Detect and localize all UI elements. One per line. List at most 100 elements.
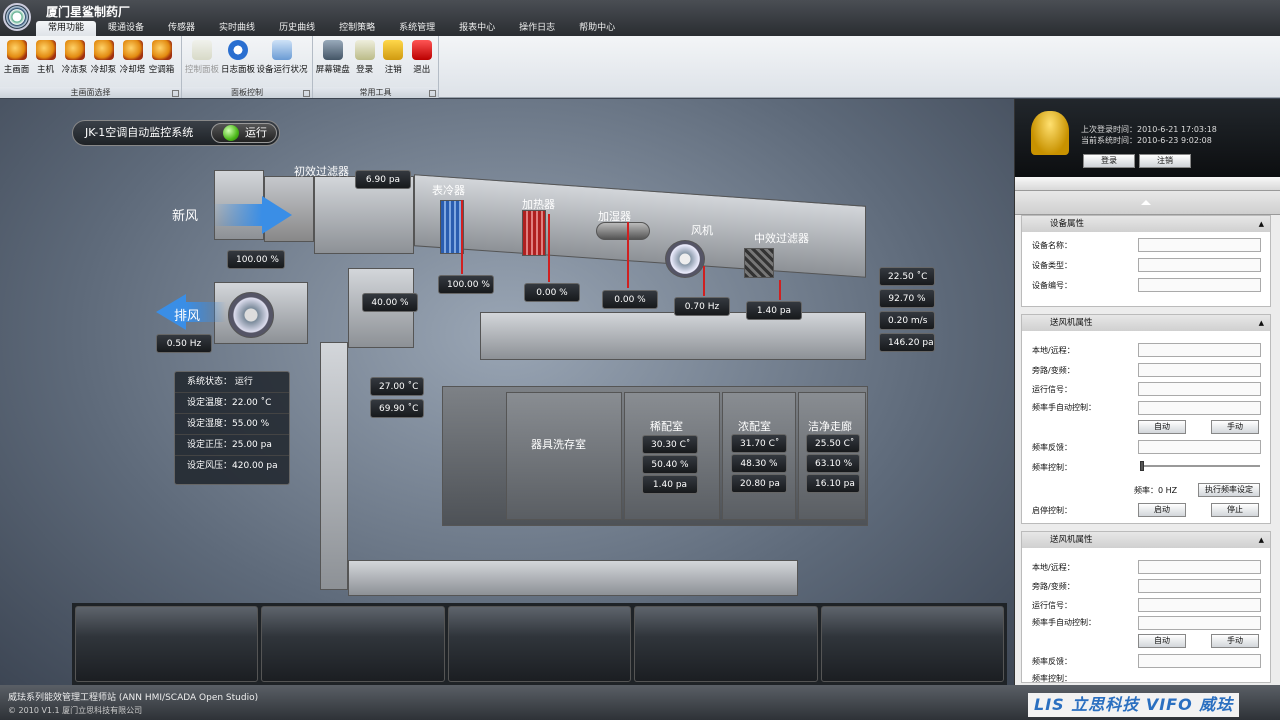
auto-button[interactable]: 自动: [1138, 634, 1186, 648]
manual-button[interactable]: 手动: [1211, 634, 1259, 648]
room-wash: [506, 392, 622, 520]
run-signal-field[interactable]: [1138, 382, 1261, 396]
exit-button[interactable]: 退出: [407, 38, 436, 75]
bypass-field[interactable]: [1138, 579, 1261, 593]
menu-tab[interactable]: 系统管理: [387, 21, 447, 36]
menu-tab[interactable]: 实时曲线: [207, 21, 267, 36]
ahu-button[interactable]: 空调箱: [147, 38, 176, 75]
mid-filter-pipe: [779, 280, 781, 300]
login-header: 上次登录时间：2010-6-21 17:03:18 当前系统时间：2010-6-…: [1015, 99, 1280, 177]
freq-feedback-field[interactable]: [1138, 654, 1261, 668]
prop-label: 运行信号：: [1032, 601, 1072, 610]
humid-valve-value: 0.00 %: [602, 290, 658, 309]
panel-scroll-up[interactable]: [1015, 191, 1280, 215]
wrench-icon: [35, 40, 56, 60]
run-toggle[interactable]: [211, 123, 277, 143]
keyboard-icon: [322, 40, 343, 60]
tile-slot[interactable]: [634, 606, 818, 682]
device-type-field[interactable]: [1138, 258, 1261, 272]
local-remote-field[interactable]: [1138, 343, 1261, 357]
fresh-damper-value: 100.00 %: [227, 250, 285, 269]
device-status-button[interactable]: 设备运行状况: [256, 38, 308, 75]
auto-button[interactable]: 自动: [1138, 420, 1186, 434]
logout-button[interactable]: 注销: [379, 38, 408, 75]
menu-tabs: 常用功能 暖通设备 传感器 实时曲线 历史曲线 控制策略 系统管理 报表中心 操…: [36, 21, 627, 36]
main-screen-button[interactable]: 主画面: [2, 38, 31, 75]
prop-label: 频率手自动控制：: [1032, 403, 1096, 412]
host-button[interactable]: 主机: [31, 38, 60, 75]
prop-label: 启停控制：: [1032, 506, 1072, 515]
cooling-pump-button[interactable]: 冷却泵: [89, 38, 118, 75]
mix-damper-value: 40.00 %: [362, 293, 418, 312]
info-icon: [228, 40, 248, 60]
panel-logout-button[interactable]: 注销: [1139, 154, 1191, 168]
ribbon-group-tools: 屏幕键盘 登录 注销 退出 常用工具: [313, 36, 439, 98]
panel-toolbar: [1015, 177, 1280, 191]
apply-freq-button[interactable]: 执行频率设定: [1198, 483, 1260, 497]
supply-fan-icon: [665, 240, 705, 278]
bypass-field[interactable]: [1138, 363, 1261, 377]
menu-tab[interactable]: 报表中心: [447, 21, 507, 36]
cooler-valve-value: 100.00 %: [438, 275, 494, 294]
screen-keyboard-button[interactable]: 屏幕键盘: [315, 38, 350, 75]
tile-slot[interactable]: [261, 606, 445, 682]
setpoint-panel: 系统状态： 运行 设定温度：22.00 ˚C 设定湿度：55.00 % 设定正压…: [174, 371, 290, 485]
prop-label: 设备名称：: [1032, 241, 1072, 250]
tile-slot[interactable]: [75, 606, 259, 682]
tools-icon: [192, 40, 212, 60]
heater-coil-icon: [522, 210, 546, 256]
ribbon-group-label: 主画面选择: [0, 87, 181, 98]
menu-tab[interactable]: 操作日志: [507, 21, 567, 36]
humid-pipe: [627, 222, 629, 288]
menu-tab[interactable]: 常用功能: [36, 21, 97, 36]
fan-pipe: [703, 266, 705, 296]
fresh-air-arrow-icon: [212, 204, 262, 226]
key-icon: [354, 40, 375, 60]
manual-button[interactable]: 手动: [1211, 420, 1259, 434]
section-header[interactable]: 设备属性: [1022, 216, 1270, 232]
local-remote-field[interactable]: [1138, 560, 1261, 574]
freq-feedback-field[interactable]: [1138, 440, 1261, 454]
supply-manifold: [480, 312, 866, 360]
freq-readout: 频率：0 HZ: [1134, 486, 1178, 495]
pre-filter-label: 初效过滤器: [294, 165, 349, 178]
menu-tab[interactable]: 控制策略: [327, 21, 387, 36]
tile-slot[interactable]: [820, 606, 1005, 682]
set-hum-row: 设定湿度：55.00 %: [175, 414, 289, 435]
humidifier-icon: [596, 222, 650, 240]
section-header[interactable]: 送风机属性: [1022, 532, 1270, 548]
freq-auto-field[interactable]: [1138, 401, 1261, 415]
login-button[interactable]: 登录: [350, 38, 379, 75]
device-id-field[interactable]: [1138, 278, 1261, 292]
mid-filter-icon: [744, 248, 774, 278]
room-name: 器具洗存室: [531, 438, 586, 451]
menu-tab[interactable]: 传感器: [156, 21, 207, 36]
bottom-tile-bar: [72, 603, 1007, 685]
room-press-value: 1.40 pa: [642, 475, 698, 494]
panel-login-button[interactable]: 登录: [1083, 154, 1135, 168]
freq-slider[interactable]: [1140, 461, 1260, 471]
menu-tab[interactable]: 暖通设备: [96, 21, 156, 36]
exhaust-fan-icon: [228, 292, 274, 338]
room-name: 洁净走廊: [808, 420, 852, 433]
slider-thumb[interactable]: [1140, 461, 1144, 471]
brand-logo: LIS 立思科技 VIFO 威珐: [1028, 693, 1240, 717]
start-button[interactable]: 启动: [1138, 503, 1186, 517]
prop-label: 本地/远程：: [1032, 563, 1075, 572]
menu-tab[interactable]: 历史曲线: [267, 21, 327, 36]
chilled-pump-button[interactable]: 冷冻泵: [60, 38, 89, 75]
control-panel-button[interactable]: 控制面板: [184, 38, 220, 75]
freq-auto-field[interactable]: [1138, 616, 1261, 630]
device-name-field[interactable]: [1138, 238, 1261, 252]
wrench-icon: [6, 40, 27, 60]
stop-button[interactable]: 停止: [1211, 503, 1259, 517]
section-header[interactable]: 送风机属性: [1022, 315, 1270, 331]
menu-tab[interactable]: 帮助中心: [567, 21, 627, 36]
run-signal-field[interactable]: [1138, 598, 1261, 612]
tile-slot[interactable]: [447, 606, 632, 682]
prop-label: 频率反馈：: [1032, 657, 1072, 666]
system-state-row: 系统状态： 运行: [175, 372, 289, 393]
log-panel-button[interactable]: 日志面板: [220, 38, 256, 75]
supply-pressure-value: 146.20 pa: [879, 333, 935, 352]
cooling-tower-button[interactable]: 冷却塔: [118, 38, 147, 75]
